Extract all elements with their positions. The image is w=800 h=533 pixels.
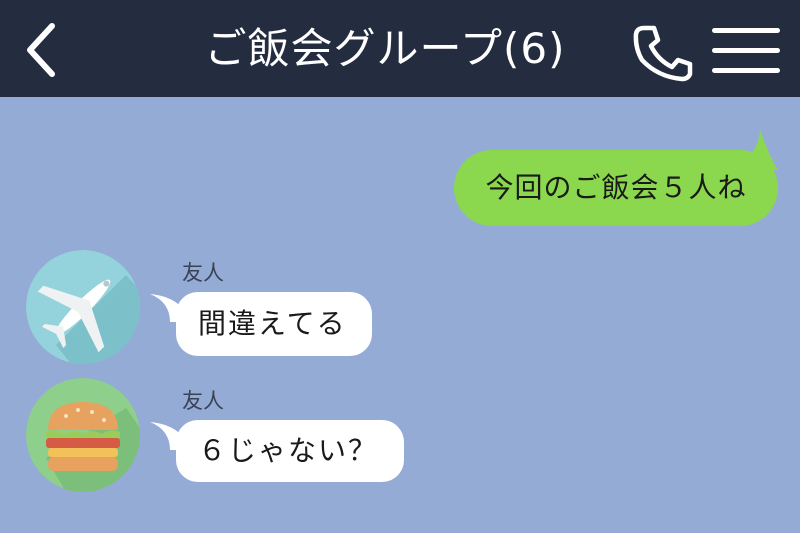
incoming-message-bubble[interactable]: ６じゃない？: [176, 420, 404, 482]
chevron-left-icon: [27, 23, 55, 77]
menu-button[interactable]: [706, 24, 786, 78]
outgoing-message-bubble[interactable]: 今回のご飯会５人ね: [454, 150, 778, 226]
back-button[interactable]: [20, 22, 64, 78]
sender-name: 友人: [182, 389, 224, 413]
chat-title: ご飯会グループ(6): [204, 24, 566, 73]
phone-icon: [633, 25, 693, 82]
sender-name: 友人: [182, 261, 224, 285]
hamburger-icon: [26, 378, 140, 492]
chat-header: ご飯会グループ(6): [0, 0, 800, 97]
airplane-icon: [26, 250, 140, 364]
call-button[interactable]: [630, 22, 696, 82]
friend-avatar[interactable]: [26, 378, 140, 492]
incoming-message-bubble[interactable]: 間違えてる: [176, 292, 372, 356]
friend-avatar[interactable]: [26, 250, 140, 364]
